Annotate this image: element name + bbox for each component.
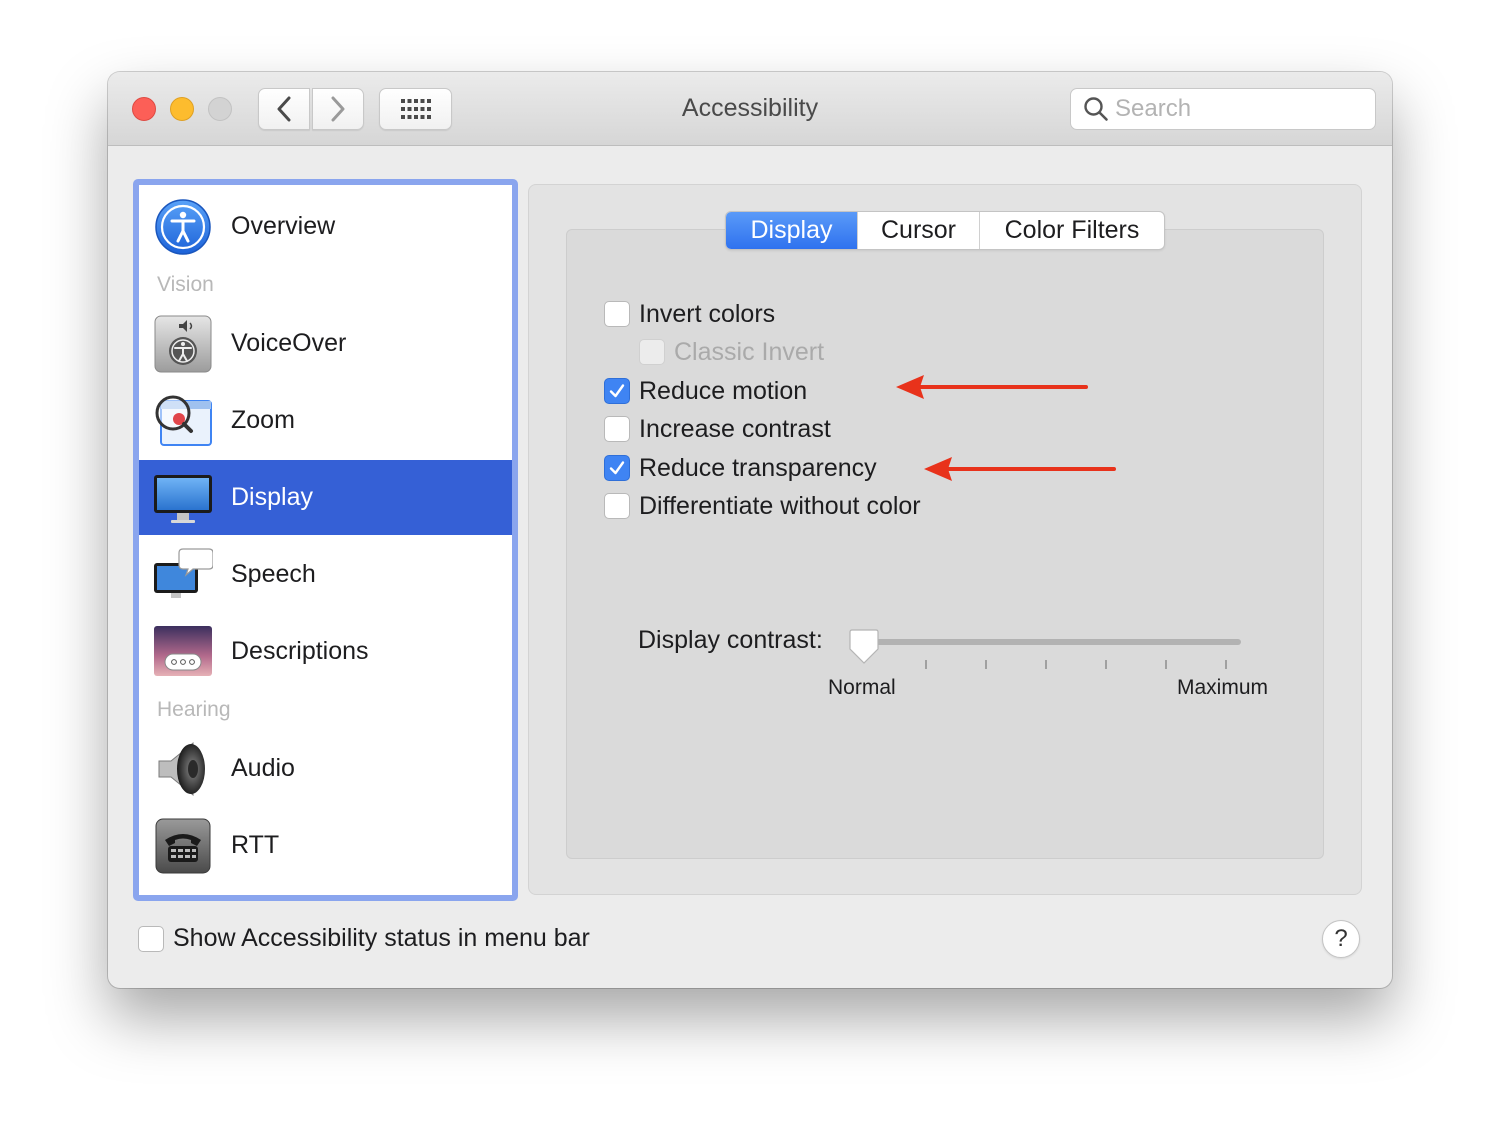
checkbox-label: Show Accessibility status in menu bar — [173, 924, 590, 952]
checkmark-icon — [609, 384, 625, 398]
search-icon — [1081, 94, 1111, 124]
tab-bar: Display Cursor Color Filters — [725, 211, 1165, 250]
menu-bar-status-checkbox[interactable] — [138, 925, 164, 952]
sidebar-item-voiceover[interactable]: VoiceOver — [139, 306, 512, 381]
sidebar-item-label: VoiceOver — [231, 329, 347, 357]
invert-colors-option[interactable]: Invert colors — [604, 297, 775, 331]
sidebar-item-label: Speech — [231, 560, 316, 588]
checkbox-label: Differentiate without color — [639, 491, 921, 520]
slider-tick — [1225, 660, 1227, 669]
checkbox-label: Invert colors — [639, 299, 776, 328]
display-contrast-slider-track[interactable] — [863, 639, 1241, 645]
tab-display[interactable]: Display — [726, 212, 857, 249]
speaker-icon — [158, 741, 205, 797]
sidebar-item-rtt[interactable]: RTT — [139, 808, 512, 883]
slider-min-label: Normal — [828, 676, 896, 699]
zoom-icon — [155, 395, 212, 446]
category-list[interactable]: Overview Vision VoiceOver Zoom Display S… — [133, 179, 518, 901]
reduce-transparency-checkbox[interactable] — [604, 455, 630, 481]
display-contrast-label: Display contrast: — [638, 626, 823, 654]
differentiate-without-color-option[interactable]: Differentiate without color — [604, 489, 921, 523]
invert-colors-checkbox[interactable] — [604, 301, 630, 327]
checkbox-label: Reduce motion — [639, 376, 808, 405]
section-header-hearing: Hearing — [157, 698, 231, 721]
sidebar-item-descriptions[interactable]: Descriptions — [139, 614, 512, 689]
reduce-transparency-option[interactable]: Reduce transparency — [604, 451, 877, 485]
annotation-arrow-reduce-motion — [896, 375, 1088, 399]
checkmark-icon — [609, 461, 625, 475]
checkbox-label: Reduce transparency — [639, 453, 877, 482]
slider-tick — [1165, 660, 1167, 669]
slider-tick — [1105, 660, 1107, 669]
sidebar-item-label: RTT — [231, 831, 280, 859]
sidebar-item-audio[interactable]: Audio — [139, 731, 512, 806]
slider-tick — [1045, 660, 1047, 669]
sidebar-item-label: Overview — [231, 212, 336, 240]
display-icon — [154, 475, 212, 523]
sidebar-item-label: Display — [231, 483, 313, 511]
voiceover-icon — [154, 315, 212, 373]
search-input[interactable] — [1115, 95, 1365, 123]
menu-bar-status-option[interactable]: Show Accessibility status in menu bar — [138, 924, 590, 953]
title-bar: Accessibility — [108, 72, 1392, 146]
increase-contrast-option[interactable]: Increase contrast — [604, 412, 831, 446]
slider-max-label: Maximum — [1177, 676, 1269, 699]
accessibility-icon — [155, 199, 211, 255]
sidebar-item-label: Zoom — [231, 406, 295, 434]
sidebar-item-label: Audio — [231, 754, 295, 782]
reduce-motion-checkbox[interactable] — [604, 378, 630, 404]
sidebar-item-zoom[interactable]: Zoom — [139, 383, 512, 458]
reduce-motion-option[interactable]: Reduce motion — [604, 374, 807, 408]
classic-invert-option: Classic Invert — [639, 335, 824, 369]
slider-tick — [985, 660, 987, 669]
speech-icon — [154, 548, 213, 598]
differentiate-without-color-checkbox[interactable] — [604, 493, 630, 519]
annotation-arrow-reduce-transparency — [924, 457, 1116, 481]
help-button[interactable]: ? — [1322, 920, 1360, 958]
settings-panel: Display Cursor Color Filters — [528, 184, 1362, 895]
sidebar-item-speech[interactable]: Speech — [139, 537, 512, 612]
checkbox-label: Classic Invert — [674, 337, 825, 366]
tab-color-filters[interactable]: Color Filters — [979, 212, 1164, 249]
sidebar-item-overview[interactable]: Overview — [139, 189, 512, 264]
preferences-window: Accessibility Overview Vision — [108, 72, 1392, 988]
checkbox-label: Increase contrast — [639, 414, 831, 443]
sidebar-item-label: Descriptions — [231, 637, 369, 665]
section-header-vision: Vision — [157, 273, 214, 296]
slider-tick — [925, 660, 927, 669]
classic-invert-checkbox — [639, 339, 665, 365]
search-field[interactable] — [1070, 88, 1376, 130]
telephone-icon — [155, 818, 211, 874]
tab-cursor[interactable]: Cursor — [857, 212, 979, 249]
sidebar-item-display[interactable]: Display — [139, 460, 512, 535]
increase-contrast-checkbox[interactable] — [604, 416, 630, 442]
display-contrast-slider-knob[interactable] — [849, 628, 879, 666]
descriptions-icon — [154, 626, 212, 676]
